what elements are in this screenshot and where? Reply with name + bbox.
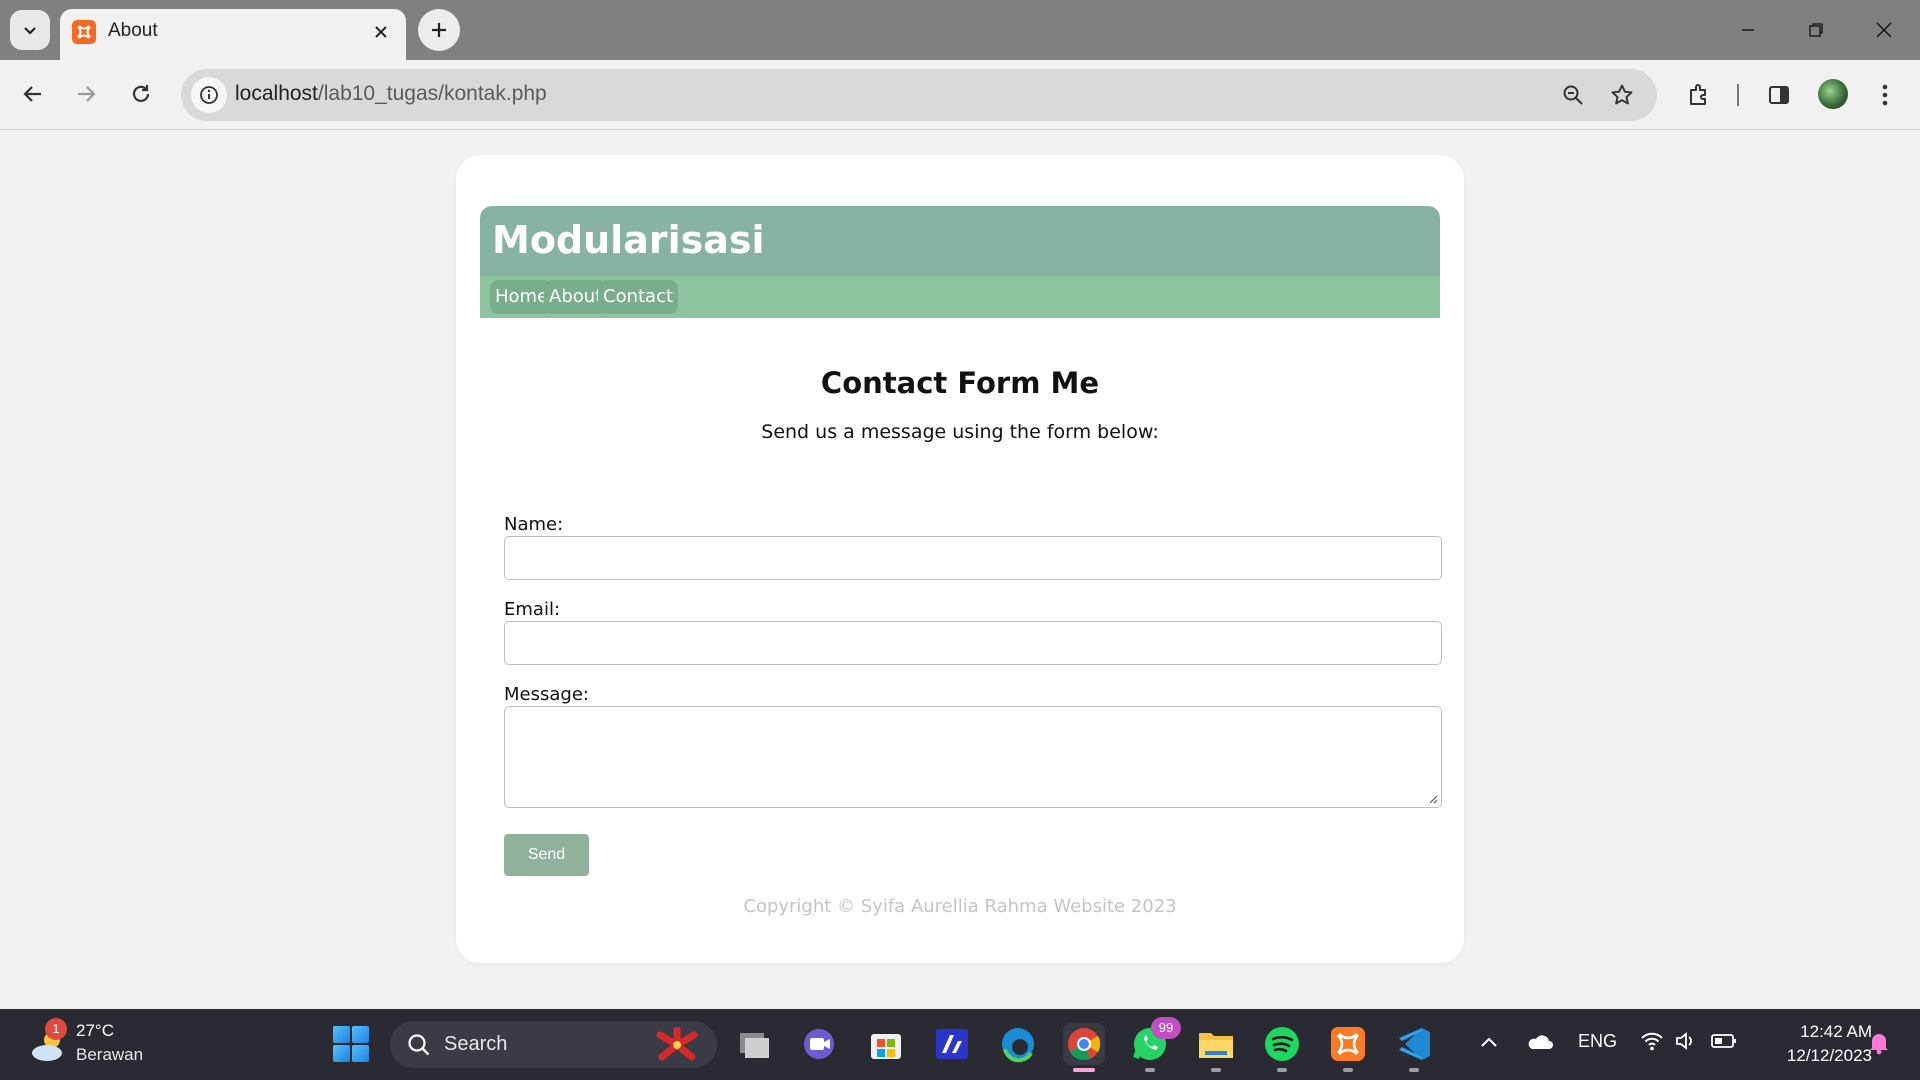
zoom-icon[interactable] <box>1558 80 1588 110</box>
running-app-indicator <box>1211 1068 1221 1072</box>
toolbar-divider <box>1737 84 1739 106</box>
message-label: Message: <box>504 684 589 705</box>
nav-link-contact[interactable]: Contact <box>598 280 679 314</box>
weather-temperature[interactable]: 27°C <box>76 1021 114 1041</box>
microsoft-store-icon[interactable] <box>865 1023 907 1065</box>
tray-overflow-chevron-icon[interactable] <box>1480 1033 1498 1054</box>
active-app-indicator <box>1073 1068 1095 1072</box>
language-indicator[interactable]: ENG <box>1578 1031 1617 1052</box>
site-title: Modularisasi <box>492 218 765 262</box>
name-label: Name: <box>504 514 564 535</box>
reload-button[interactable] <box>121 74 161 114</box>
side-panel-icon[interactable] <box>1761 77 1797 113</box>
file-explorer-icon[interactable] <box>733 1023 775 1065</box>
meet-icon[interactable] <box>799 1023 841 1065</box>
start-button[interactable] <box>333 1026 369 1062</box>
xampp-favicon-icon <box>72 20 96 44</box>
bookmark-star-icon[interactable] <box>1607 80 1637 110</box>
content-card: Modularisasi Home About Contact Contact … <box>456 155 1464 963</box>
email-label: Email: <box>504 599 561 620</box>
page-viewport: Modularisasi Home About Contact Contact … <box>0 131 1920 1080</box>
restore-icon <box>1809 23 1823 37</box>
clock-date: 12/12/2023 <box>1786 1046 1872 1065</box>
name-input[interactable] <box>504 536 1442 580</box>
tab-title: About <box>108 20 158 41</box>
email-input[interactable] <box>504 621 1442 665</box>
whatsapp-icon[interactable]: 99 <box>1129 1017 1181 1072</box>
search-icon <box>408 1034 430 1056</box>
weather-badge: 1 <box>45 1018 67 1040</box>
new-tab-button[interactable] <box>418 9 460 51</box>
notification-bell-icon[interactable] <box>1868 1031 1890 1060</box>
chrome-icon[interactable] <box>1063 1023 1105 1072</box>
running-app-indicator <box>1277 1068 1287 1072</box>
running-app-indicator <box>1409 1068 1419 1072</box>
close-icon <box>1876 22 1892 38</box>
poinsettia-icon <box>656 1027 698 1061</box>
extensions-icon[interactable] <box>1681 77 1717 113</box>
tab-search-button[interactable] <box>10 10 50 50</box>
footer-copyright: Copyright © Syifa Aurellia Rahma Website… <box>743 896 1177 917</box>
page-title: Contact Form Me <box>820 366 1100 400</box>
browser-tab-bar: About <box>0 0 1920 60</box>
windows-logo-icon <box>333 1026 350 1043</box>
chevron-down-icon <box>24 27 36 35</box>
clock-time: 12:42 AM <box>1800 1022 1872 1041</box>
forward-button[interactable] <box>66 74 106 114</box>
site-nav: Home About Contact <box>480 276 1440 318</box>
search-label: Search <box>444 1033 508 1055</box>
battery-icon[interactable] <box>1711 1033 1737 1054</box>
message-textarea[interactable] <box>504 706 1442 808</box>
back-button[interactable] <box>13 74 53 114</box>
close-window-button[interactable] <box>1864 12 1904 48</box>
browser-tab-active[interactable]: About <box>60 9 406 60</box>
whatsapp-badge: 99 <box>1151 1017 1181 1039</box>
url-path: /lab10_tugas/kontak.php <box>317 82 547 105</box>
site-header: Modularisasi <box>480 206 1440 276</box>
minimize-button[interactable] <box>1728 12 1768 48</box>
taskbar: 1 27°C Berawan Search 99 ENG 12:42 AM 12… <box>0 1009 1920 1080</box>
arrow-right-icon <box>78 86 96 102</box>
spotify-icon[interactable] <box>1261 1023 1303 1072</box>
running-app-indicator <box>1343 1068 1353 1072</box>
address-bar[interactable]: localhost/lab10_tugas/kontak.php <box>181 69 1657 121</box>
vscode-icon[interactable] <box>1393 1023 1435 1072</box>
volume-icon[interactable] <box>1674 1031 1698 1056</box>
page-subtitle: Send us a message using the form below: <box>761 421 1159 443</box>
site-info-icon[interactable] <box>191 77 227 113</box>
wifi-icon[interactable] <box>1640 1031 1664 1056</box>
send-button[interactable]: Send <box>504 834 589 876</box>
arrow-left-icon <box>23 86 41 102</box>
edge-icon[interactable] <box>997 1023 1039 1065</box>
xampp-icon[interactable] <box>1327 1023 1369 1072</box>
url-host: localhost <box>235 82 318 105</box>
restore-button[interactable] <box>1796 12 1836 48</box>
profile-avatar[interactable] <box>1818 79 1848 109</box>
menu-kebab-icon[interactable] <box>1867 77 1903 113</box>
editor-icon[interactable] <box>931 1023 973 1065</box>
resize-grip-icon[interactable] <box>1428 794 1438 804</box>
onedrive-cloud-icon[interactable] <box>1525 1033 1553 1056</box>
tab-close-icon[interactable] <box>368 19 394 45</box>
plus-icon <box>432 23 446 37</box>
folder-icon[interactable] <box>1195 1023 1237 1072</box>
taskbar-search[interactable]: Search <box>390 1021 717 1068</box>
weather-description[interactable]: Berawan <box>76 1045 143 1065</box>
running-app-indicator <box>1145 1068 1155 1072</box>
minimize-icon <box>1742 29 1754 31</box>
reload-icon <box>132 85 150 102</box>
taskbar-clock[interactable]: 12:42 AM 12/12/2023 <box>1787 1020 1872 1068</box>
browser-toolbar: localhost/lab10_tugas/kontak.php <box>0 60 1920 130</box>
url-text[interactable]: localhost/lab10_tugas/kontak.php <box>235 82 547 106</box>
